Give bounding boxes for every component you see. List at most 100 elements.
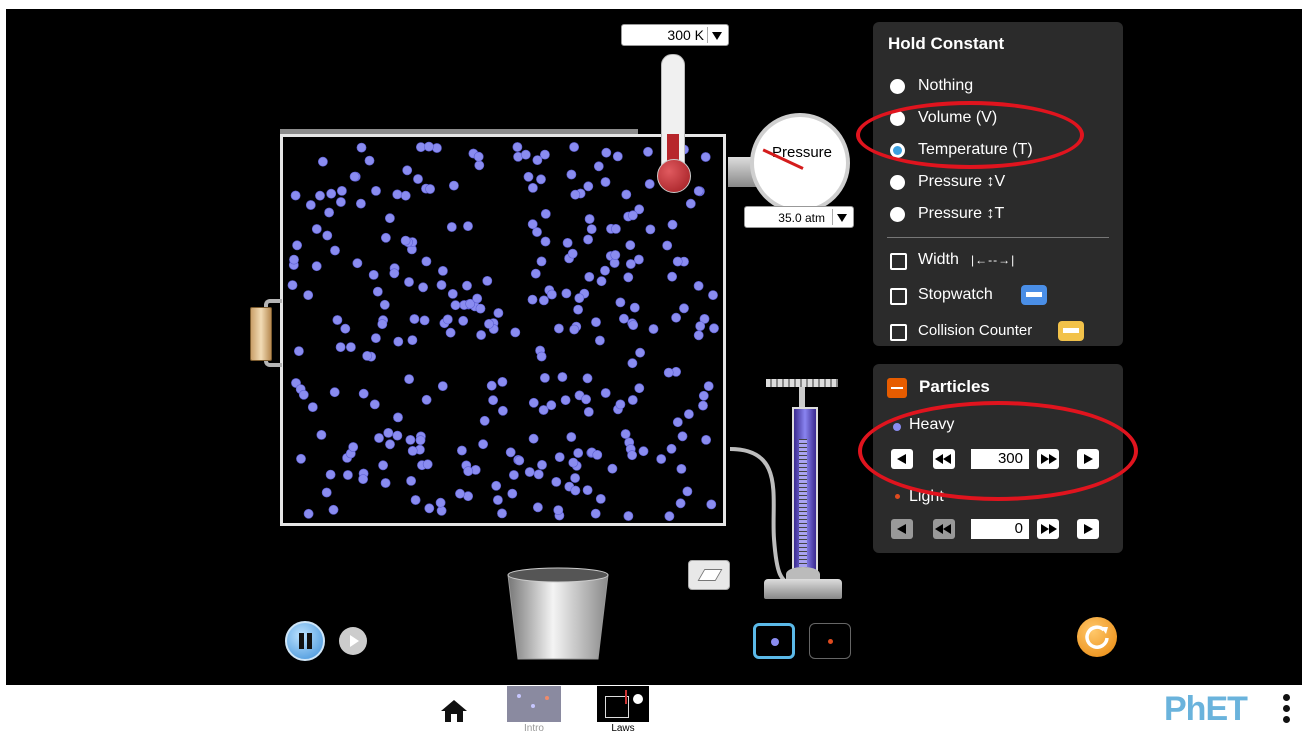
- heavy-particle: [407, 445, 418, 456]
- chevron-down-icon[interactable]: [707, 27, 726, 43]
- heavy-particle: [600, 265, 610, 276]
- heavy-particle: [607, 463, 618, 474]
- step-button[interactable]: [339, 627, 367, 655]
- heavy-particle: [554, 323, 564, 334]
- heavy-particle: [349, 171, 360, 182]
- heavy-particle: [400, 235, 411, 246]
- pause-button[interactable]: [285, 621, 325, 661]
- stopwatch-checkbox[interactable]: [890, 288, 907, 305]
- heavy-particle: [709, 323, 719, 334]
- heavy-particle: [596, 276, 607, 287]
- container-handle[interactable]: [250, 307, 272, 361]
- heavy-particle: [536, 351, 547, 362]
- collision-counter-checkbox[interactable]: [890, 324, 907, 341]
- heavy-particle: [685, 198, 696, 209]
- more-menu-icon[interactable]: [1283, 694, 1291, 727]
- heavy-particle: [574, 293, 585, 303]
- heavy-particle: [703, 381, 714, 391]
- phet-logo[interactable]: PhET: [1164, 690, 1248, 729]
- heavy-particle: [676, 463, 687, 474]
- temperature-readout[interactable]: 300 K: [621, 24, 729, 46]
- heavy-particle: [635, 347, 645, 358]
- chevron-down-icon[interactable]: [832, 209, 851, 225]
- heavy-particle: [528, 182, 538, 193]
- simulation-canvas: 300 K Pressure 35.0 atm Hold Constant No…: [6, 9, 1302, 685]
- light-count-field[interactable]: 0: [971, 519, 1029, 539]
- heavy-particle: [523, 171, 534, 182]
- heavy-particle: [287, 280, 298, 290]
- stopwatch-label: Stopwatch: [918, 286, 993, 303]
- laws-screen-label[interactable]: Laws: [593, 723, 653, 734]
- light-increment-button[interactable]: [1077, 519, 1099, 539]
- heavy-particle: [672, 256, 683, 267]
- light-decrement-10-button[interactable]: [933, 519, 955, 539]
- heavy-particle: [600, 388, 611, 398]
- heavy-particle: [582, 373, 593, 384]
- radio-label: Pressure ↕T: [918, 205, 1005, 222]
- heavy-particle: [462, 280, 472, 291]
- heavy-particle: [352, 258, 363, 269]
- heavy-particle: [447, 288, 458, 299]
- radio-nothing[interactable]: [890, 79, 905, 94]
- heavy-particle: [305, 200, 316, 210]
- heavy-particle: [625, 259, 636, 269]
- heavy-particle: [547, 289, 557, 300]
- heavy-particle: [325, 469, 336, 480]
- heavy-particle: [418, 282, 428, 293]
- heavy-particle: [479, 415, 490, 426]
- pressure-readout[interactable]: 35.0 atm: [744, 206, 854, 228]
- reset-all-icon[interactable]: [1077, 617, 1117, 657]
- heavy-particle: [321, 487, 332, 498]
- heavy-particle: [289, 254, 299, 265]
- heavy-particle: [413, 174, 423, 184]
- heavy-particle: [698, 400, 708, 411]
- heavy-particle-type-button[interactable]: [753, 623, 795, 659]
- intro-screen-thumbnail[interactable]: [507, 686, 561, 722]
- heavy-particle: [582, 485, 593, 495]
- heavy-particle: [422, 459, 433, 470]
- pump-handle[interactable]: [766, 379, 838, 387]
- heavy-particle: [362, 350, 373, 361]
- particle-bucket[interactable]: [506, 567, 610, 661]
- heavy-particle: [358, 474, 368, 484]
- heavy-particle: [446, 222, 457, 232]
- heavy-particle: [311, 261, 322, 272]
- heavy-particle: [340, 323, 351, 334]
- heavy-particle: [437, 381, 448, 391]
- heavy-particle: [648, 324, 659, 334]
- light-decrement-button[interactable]: [891, 519, 913, 539]
- heavy-particle: [478, 439, 488, 450]
- heavy-particle: [400, 190, 411, 201]
- heavy-particle: [514, 455, 525, 466]
- light-particle-icon: [895, 494, 900, 499]
- heavy-particle: [568, 457, 579, 468]
- heavy-particle: [662, 240, 673, 251]
- radio-pressure-v[interactable]: [890, 175, 905, 190]
- heavy-particle: [463, 466, 474, 477]
- intro-screen-label[interactable]: Intro: [504, 723, 564, 734]
- eraser-icon[interactable]: [688, 560, 730, 590]
- laws-screen-thumbnail[interactable]: [597, 686, 649, 722]
- annotation-oval-temperature: [856, 101, 1084, 169]
- collapse-icon[interactable]: [887, 378, 907, 398]
- heavy-particle: [322, 230, 333, 241]
- light-increment-10-button[interactable]: [1037, 519, 1059, 539]
- pump-base: [764, 579, 842, 599]
- heavy-particle: [392, 189, 403, 200]
- light-particle-type-button[interactable]: [809, 623, 851, 659]
- heavy-particle: [600, 177, 611, 187]
- heavy-particle: [671, 312, 681, 323]
- heavy-particle: [311, 224, 322, 234]
- heavy-particle: [562, 237, 573, 248]
- heavy-particle: [627, 450, 637, 461]
- heavy-particle: [590, 508, 601, 519]
- width-checkbox[interactable]: [890, 253, 907, 270]
- radio-pressure-t[interactable]: [890, 207, 905, 222]
- heavy-particle: [615, 297, 626, 308]
- heavy-particle: [644, 179, 655, 189]
- heavy-particle: [592, 449, 603, 460]
- heavy-particle: [520, 149, 531, 160]
- home-icon[interactable]: [440, 699, 468, 723]
- heavy-particle: [601, 147, 612, 158]
- heavy-particle: [497, 508, 507, 519]
